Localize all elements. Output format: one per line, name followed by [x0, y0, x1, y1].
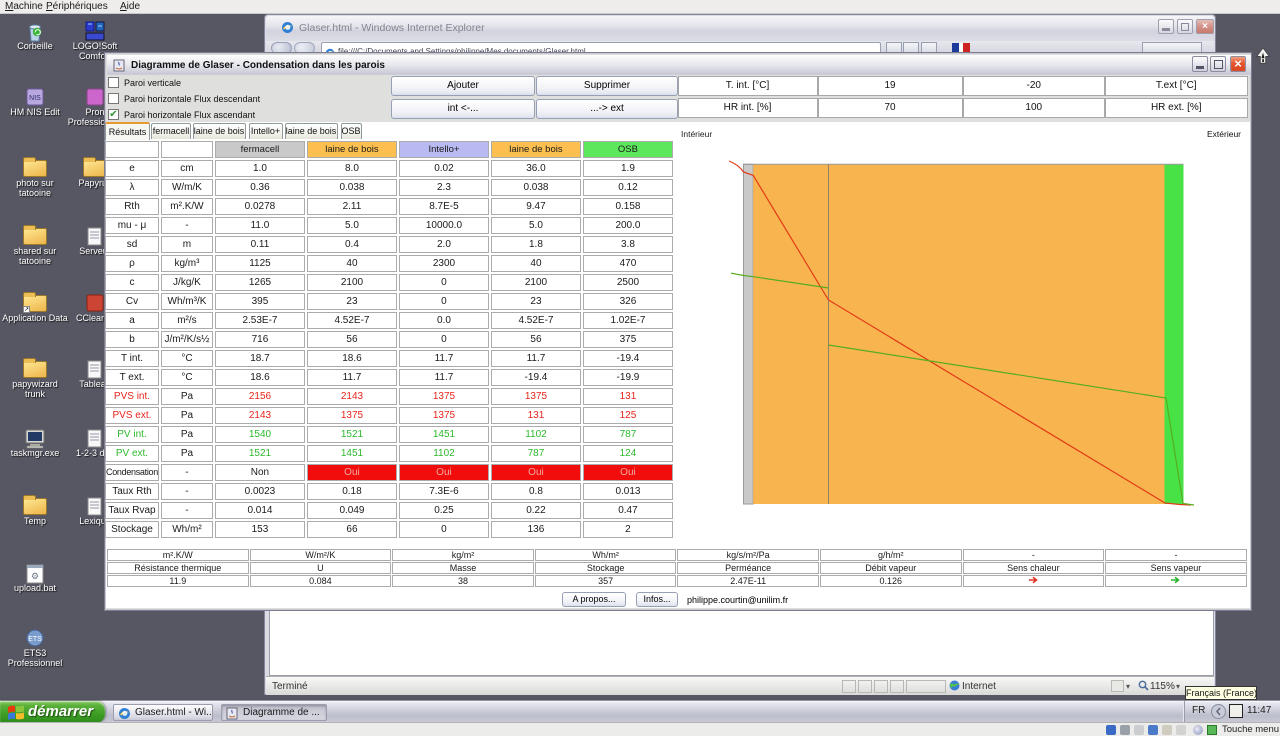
svg-text:NIS: NIS: [29, 95, 41, 102]
svg-text:Extérieur: Extérieur: [1207, 129, 1241, 139]
svg-text:Intérieur: Intérieur: [681, 129, 712, 139]
svg-text:⚙: ⚙: [31, 571, 39, 581]
svg-text:ETS: ETS: [28, 636, 42, 643]
